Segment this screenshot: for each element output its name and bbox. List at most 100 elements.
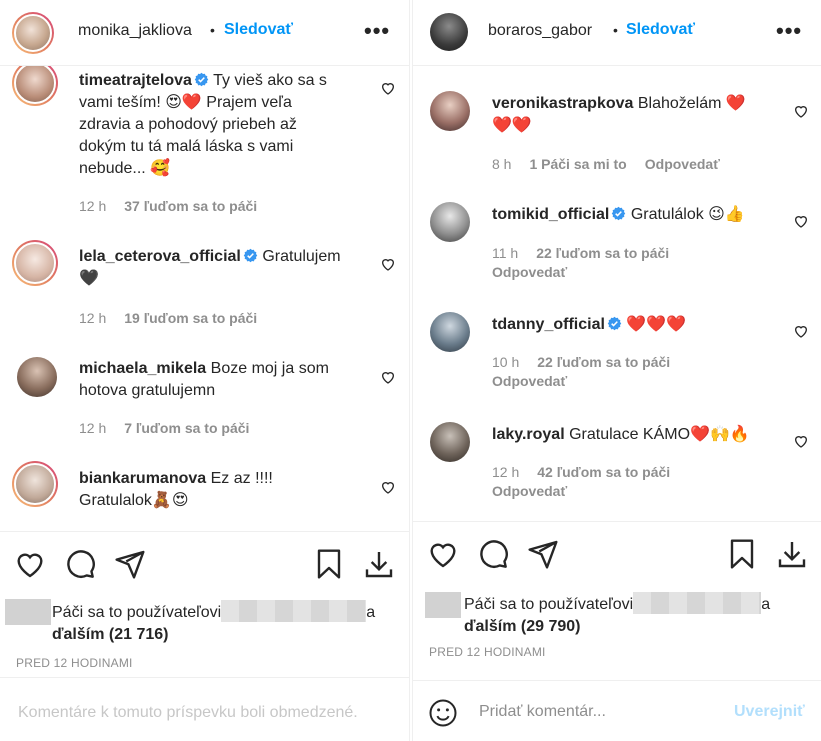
right-post-panel: boraros_gabor • Sledovať ••• veronikastr… [412, 0, 821, 741]
commenter-username[interactable]: tomikid_official [492, 206, 609, 223]
bookmark-icon[interactable] [726, 538, 758, 570]
commenter-avatar[interactable] [17, 357, 57, 397]
comment-meta: 12 h 42 ľuďom sa to páči [492, 462, 670, 482]
like-comment-heart-icon[interactable] [793, 323, 809, 339]
post-header: boraros_gabor • Sledovať ••• [413, 0, 821, 66]
verified-badge-icon [612, 206, 626, 221]
likes-count[interactable]: (29 790) [521, 618, 581, 635]
comment-likes[interactable]: 19 ľuďom sa to páči [124, 310, 257, 326]
comment-likes[interactable]: 42 ľuďom sa to páči [537, 464, 670, 480]
liker-avatar-blurred [5, 599, 51, 625]
author-username[interactable]: monika_jakliova [78, 22, 192, 40]
download-icon[interactable] [363, 548, 395, 580]
comment-time: 12 h [492, 464, 520, 480]
like-comment-heart-icon[interactable] [793, 213, 809, 229]
comments-list: timeatrajtelova Ty vieš ako sa s vami te… [0, 66, 409, 531]
reply-button[interactable]: Odpovedať [492, 264, 567, 280]
comment-time: 8 h [492, 156, 512, 172]
comment-item: michaela_mikela Boze moj ja som hotova g… [0, 349, 409, 449]
commenter-avatar[interactable] [430, 312, 470, 352]
liked-by-prefix: Páči sa to používateľovi [52, 604, 222, 621]
emoji-smile-icon[interactable] [428, 698, 458, 728]
comment-meta: 11 h 22 ľuďom sa to páči [492, 243, 669, 263]
follow-button[interactable]: Sledovať [224, 21, 293, 39]
like-comment-heart-icon[interactable] [793, 103, 809, 119]
like-comment-heart-icon[interactable] [793, 433, 809, 449]
more-options-icon[interactable]: ••• [776, 18, 802, 44]
comment-icon[interactable] [64, 548, 96, 580]
heart-icon[interactable] [427, 538, 459, 570]
comment-input[interactable]: Pridať komentár... [479, 703, 606, 721]
comment-meta: 12 h 19 ľuďom sa to páči [79, 308, 257, 328]
commenter-username[interactable]: michaela_mikela [79, 360, 206, 377]
author-username[interactable]: boraros_gabor [488, 22, 592, 40]
comment-item: tomikid_official Gratulálok 😉👍 11 h 22 ľu… [413, 199, 821, 299]
comment-time: 12 h [79, 198, 107, 214]
author-avatar[interactable] [12, 12, 54, 54]
comment-likes[interactable]: 7 ľuďom sa to páči [124, 420, 249, 436]
bookmark-icon[interactable] [313, 548, 345, 580]
comment-time: 12 h [79, 310, 107, 326]
comment-item: veronikastrapkova Blahoželám ❤️ ❤️❤️ 8 h… [413, 66, 821, 186]
commenter-avatar[interactable] [430, 91, 470, 131]
comment-text: veronikastrapkova Blahoželám ❤️ ❤️❤️ [492, 93, 782, 137]
commenter-username[interactable]: timeatrajtelova [79, 72, 192, 89]
comment-line: vami teším! 😍❤️ Prajem veľa [79, 94, 292, 111]
reply-button[interactable]: Odpovedať [492, 483, 567, 499]
commenter-username[interactable]: laky.royal [492, 426, 565, 443]
comment-text: timeatrajtelova Ty vieš ako sa s vami te… [79, 70, 379, 180]
commenter-avatar[interactable] [430, 422, 470, 462]
post-time[interactable]: PRED 12 HODINAMI [16, 656, 133, 670]
like-comment-heart-icon[interactable] [380, 80, 396, 96]
comment-line: Blahoželám ❤️ [637, 95, 746, 112]
verified-badge-icon [243, 248, 258, 263]
left-post-panel: monika_jakliova • Sledovať ••• timeatraj… [0, 0, 410, 741]
comment-meta: 12 h 37 ľuďom sa to páči [79, 196, 257, 216]
commenter-username[interactable]: biankarumanova [79, 470, 206, 487]
commenter-avatar[interactable] [12, 66, 58, 106]
comment-line: ❤️❤️❤️ [626, 316, 687, 333]
author-avatar[interactable] [430, 13, 468, 51]
separator-dot: • [210, 22, 215, 38]
heart-icon[interactable] [14, 548, 46, 580]
like-comment-heart-icon[interactable] [380, 256, 396, 272]
commenter-username[interactable]: tdanny_official [492, 316, 605, 333]
comment-line: Boze moj ja som [210, 360, 329, 377]
post-comment-button[interactable]: Uverejniť [734, 703, 805, 721]
commenter-username[interactable]: lela_ceterova_official [79, 248, 241, 265]
post-actions: Páči sa to používateľovi a ďalším (29 790… [413, 521, 821, 678]
post-time[interactable]: PRED 12 HODINAMI [429, 645, 546, 659]
commenter-avatar[interactable] [12, 240, 58, 286]
comment-likes[interactable]: 22 ľuďom sa to páči [537, 354, 670, 370]
comment-likes[interactable]: 1 Páči sa mi to [529, 156, 626, 172]
commenter-avatar[interactable] [12, 461, 58, 507]
commenter-username[interactable]: veronikastrapkova [492, 95, 633, 112]
comment-line: Ty vieš ako sa s [213, 72, 327, 89]
comment-text: lela_ceterova_official Gratulujem 🖤 [79, 246, 379, 290]
comment-time: 10 h [492, 354, 520, 370]
follow-button[interactable]: Sledovať [626, 21, 695, 39]
comment-icon[interactable] [477, 538, 509, 570]
commenter-avatar[interactable] [430, 202, 470, 242]
comment-likes[interactable]: 37 ľuďom sa to páči [124, 198, 257, 214]
reply-button[interactable]: Odpovedať [492, 373, 567, 389]
others-link[interactable]: ďalším [464, 618, 516, 635]
comments-restricted-notice: Komentáre k tomuto príspevku boli obmedz… [18, 704, 358, 721]
likes-count[interactable]: (21 716) [109, 626, 169, 643]
comment-line: hotova gratulujemn [79, 382, 216, 399]
comment-line: Gratulálok 😉👍 [630, 206, 745, 223]
others-link[interactable]: ďalším [52, 626, 104, 643]
download-icon[interactable] [776, 538, 808, 570]
share-icon[interactable] [527, 538, 559, 570]
liker-name-blurred[interactable] [633, 592, 762, 614]
like-comment-heart-icon[interactable] [380, 369, 396, 385]
more-options-icon[interactable]: ••• [364, 18, 390, 44]
comment-likes[interactable]: 22 ľuďom sa to páči [536, 245, 669, 261]
share-icon[interactable] [114, 548, 146, 580]
reply-button[interactable]: Odpovedať [645, 156, 720, 172]
verified-badge-icon [194, 72, 209, 87]
comment-meta: 10 h 22 ľuďom sa to páči [492, 352, 670, 372]
liker-name-blurred[interactable] [221, 600, 367, 622]
like-comment-heart-icon[interactable] [380, 479, 396, 495]
comments-list: veronikastrapkova Blahoželám ❤️ ❤️❤️ 8 h… [413, 66, 821, 521]
